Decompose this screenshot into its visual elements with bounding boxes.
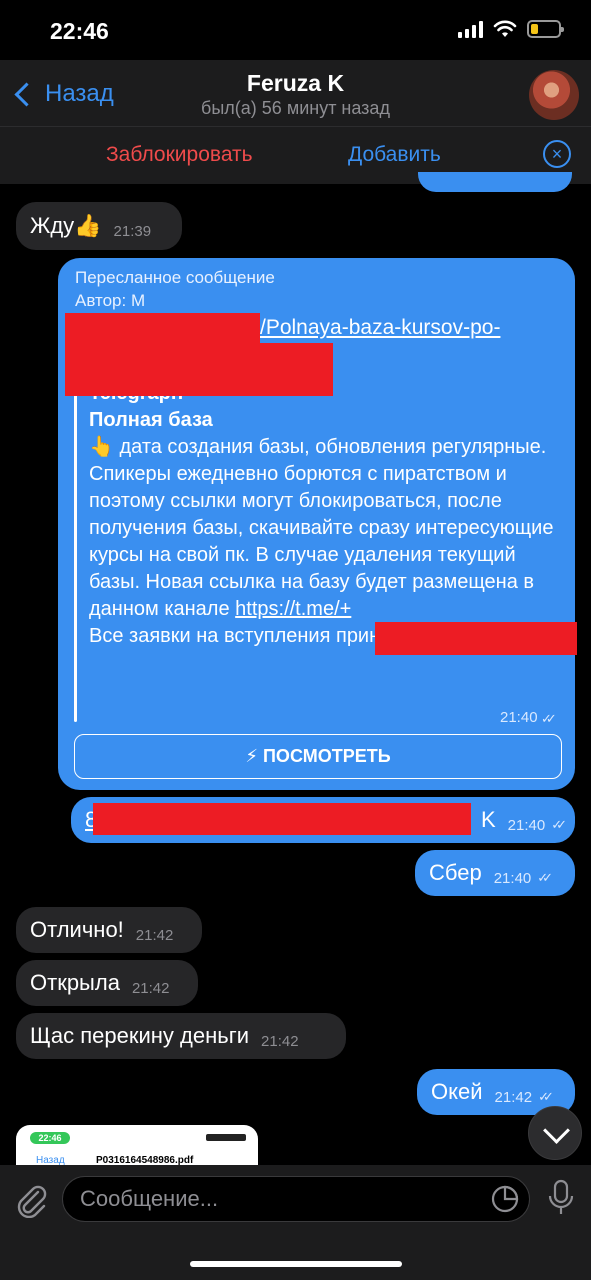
- read-ticks-icon: ✓✓: [541, 711, 557, 726]
- message-text: Окей: [431, 1079, 483, 1104]
- message-time: 21:42: [131, 979, 170, 997]
- message-time: 21:40: [493, 869, 532, 887]
- message-text: Жду👍: [30, 213, 102, 238]
- forwarded-label: Пересланное сообщение: [75, 268, 275, 287]
- microphone-icon[interactable]: [546, 1178, 576, 1218]
- message-text: Открыла: [30, 970, 120, 995]
- redaction-block: [93, 803, 471, 835]
- link-preview[interactable]: Telegraph Полная база 👆 дата создания ба…: [89, 380, 559, 650]
- last-seen: был(а) 56 минут назад: [201, 98, 390, 118]
- message-incoming[interactable]: Жду👍 21:39: [16, 202, 182, 250]
- message-time: 21:40: [507, 816, 546, 834]
- preview-body: 👆 дата создания базы, обновления регуляр…: [89, 434, 559, 623]
- close-icon[interactable]: ×: [543, 140, 571, 168]
- message-text: Отлично!: [30, 917, 124, 942]
- forwarded-header: Пересланное сообщение Автор: M: [75, 266, 275, 312]
- forwarded-author: Автор: M: [75, 291, 146, 310]
- message-time: 21:40: [500, 709, 538, 726]
- message-incoming[interactable]: Отлично! 21:42: [16, 907, 202, 953]
- paperclip-icon[interactable]: [14, 1180, 48, 1218]
- message-text: Сбер: [429, 860, 482, 885]
- home-indicator: [190, 1261, 402, 1267]
- avatar[interactable]: [529, 70, 579, 120]
- attachment-status-icons: [206, 1134, 246, 1141]
- chat-title[interactable]: Feruza K: [0, 70, 591, 97]
- message-link[interactable]: /Polnaya-baza-kursov-po-: [260, 316, 500, 340]
- battery-icon: [527, 20, 564, 38]
- read-ticks-icon: ✓✓: [538, 1089, 554, 1104]
- sticker-icon[interactable]: [490, 1184, 520, 1214]
- message-incoming[interactable]: Щас перекину деньги 21:42: [16, 1013, 346, 1059]
- preview-body-link[interactable]: https://t.me/+: [235, 598, 351, 620]
- message-text-suffix: K: [480, 807, 496, 832]
- read-ticks-icon: ✓✓: [551, 817, 567, 832]
- wifi-icon: [493, 20, 517, 37]
- block-button[interactable]: Заблокировать: [106, 143, 253, 167]
- status-icons: [458, 20, 564, 38]
- message-time: 21:39: [113, 222, 152, 240]
- redaction-block: [375, 622, 577, 655]
- message-time: 21:42: [135, 926, 174, 944]
- message-time: 21:42: [494, 1088, 533, 1106]
- message-outgoing[interactable]: Сбер 21:40 ✓✓: [415, 850, 575, 896]
- redaction-block: [65, 343, 333, 396]
- view-button[interactable]: ⚡ ПОСМОТРЕТЬ: [74, 734, 562, 779]
- read-ticks-icon: ✓✓: [537, 870, 553, 885]
- add-contact-button[interactable]: Добавить: [348, 143, 441, 167]
- preview-title: Полная база: [89, 409, 213, 431]
- signal-icon: [458, 20, 483, 38]
- attachment-status-time: 22:46: [30, 1132, 70, 1144]
- status-time: 22:46: [50, 18, 109, 44]
- message-incoming[interactable]: Открыла 21:42: [16, 960, 198, 1006]
- message-text: Щас перекину деньги: [30, 1023, 250, 1048]
- scroll-down-button[interactable]: [528, 1106, 582, 1160]
- preview-accent-bar: [74, 380, 77, 722]
- message-bubble-partial: [418, 172, 572, 192]
- redaction-block: [65, 313, 260, 343]
- image-attachment[interactable]: 22:46 Назад P0316164548986.pdf: [16, 1125, 258, 1167]
- message-time: 21:42: [261, 1032, 299, 1050]
- message-input-placeholder: Сообщение...: [80, 1186, 219, 1211]
- preview-body-text: 👆 дата создания базы, обновления регуляр…: [89, 436, 554, 620]
